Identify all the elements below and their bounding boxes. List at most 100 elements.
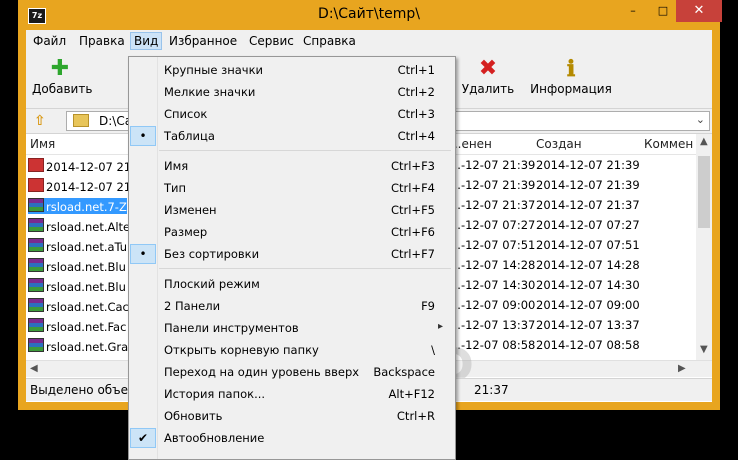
file-name-cell: rsload.net.Alte [28,218,130,234]
image-file-icon [28,178,44,192]
file-name: rsload.net.Blu [46,280,126,294]
archive-file-icon [28,218,44,232]
column-comment[interactable]: Коммен [644,137,693,151]
menu-file[interactable]: Файл [30,33,69,49]
created-cell: 2014-12-07 09:00 [536,298,640,312]
menu-item-label: Переход на один уровень вверх [164,365,360,379]
menu-item-shortcut: Ctrl+3 [397,107,435,121]
radio-bullet-icon: • [130,126,156,146]
menu-item-label: Список [164,107,208,121]
archive-file-icon [28,198,44,212]
menu-item[interactable]: Размер Ctrl+F6 [129,221,455,243]
delete-x-icon: ✖ [478,56,498,81]
menu-tools[interactable]: Сервис [246,33,297,49]
menu-item[interactable]: Имя Ctrl+F3 [129,155,455,177]
file-name-cell: 2014-12-07 21 [28,158,131,174]
file-name-cell: rsload.net.Blu [28,258,126,274]
chevron-down-icon[interactable]: ⌄ [696,113,705,126]
menu-item[interactable]: Переход на один уровень вверх Backspace [129,361,455,383]
menu-item[interactable]: 2 Панели F9 [129,295,455,317]
menu-item[interactable]: Открыть корневую папку \ [129,339,455,361]
info-button[interactable]: ℹ Информация [526,56,616,96]
file-name: rsload.net.Fac [46,320,127,334]
checkmark-icon: ✔ [130,428,156,448]
scroll-down-icon[interactable]: ▼ [700,344,708,355]
view-menu-dropdown: Крупные значки Ctrl+1 Мелкие значки Ctrl+2 С… [128,56,456,460]
file-name: rsload.net.7-Z [46,200,127,214]
modified-cell: ...-12-07 21:39 [450,158,536,172]
menu-view[interactable]: Вид [130,32,163,50]
file-name-cell: rsload.net.Gra [28,338,128,354]
menu-item-shortcut: Ctrl+F4 [390,181,435,195]
menu-item-shortcut: Ctrl+1 [397,63,435,77]
maximize-button[interactable]: □ [648,0,678,22]
menu-item[interactable]: Список Ctrl+3 [129,103,455,125]
menu-item-label: 2 Панели [164,299,221,313]
menu-item-label: Таблица [164,129,215,143]
status-selected: Выделено объект [30,383,143,397]
modified-cell: ...-12-07 21:37 [450,198,536,212]
delete-label: Удалить [461,82,515,96]
menu-item-label: Крупные значки [164,63,264,77]
file-name: rsload.net.aTu [46,240,128,254]
menu-edit[interactable]: Правка [76,33,128,49]
archive-file-icon [28,238,44,252]
scroll-up-icon[interactable]: ▲ [700,136,708,147]
menu-help[interactable]: Справка [300,33,359,49]
created-cell: 2014-12-07 14:28 [536,258,640,272]
plus-icon: ✚ [50,56,70,81]
menu-item-label: Панели инструментов [164,321,299,335]
scroll-right-icon[interactable]: ▶ [678,363,686,374]
folder-up-icon[interactable]: ⇧ [34,113,46,129]
menu-item[interactable]: Панели инструментов ▸ [129,317,455,339]
archive-file-icon [28,278,44,292]
modified-cell: ...-12-07 09:00 [450,298,536,312]
scroll-left-icon[interactable]: ◀ [30,363,38,374]
column-name[interactable]: Имя [30,137,55,151]
column-created[interactable]: Создан [536,137,582,151]
menu-item-shortcut: Backspace [373,365,435,379]
created-cell: 2014-12-07 13:37 [536,318,640,332]
menu-item[interactable]: Плоский режим [129,273,455,295]
menu-item-shortcut: Ctrl+F3 [390,159,435,173]
menu-item[interactable]: Мелкие значки Ctrl+2 [129,81,455,103]
menu-item[interactable]: • Таблица Ctrl+4 [129,125,455,147]
status-time: 21:37 [474,383,509,397]
menu-item[interactable]: ✔ Автообновление [129,427,455,449]
menu-item[interactable]: Обновить Ctrl+R [129,405,455,427]
modified-cell: ...-12-07 14:30 [450,278,536,292]
archive-file-icon [28,298,44,312]
menu-separator [159,268,451,269]
title-bar[interactable]: 7z D:\Сайт\temp\ – □ ✕ [18,0,722,30]
menu-item-shortcut: F9 [421,299,435,313]
vertical-scrollbar[interactable]: ▲ ▼ [696,134,712,360]
file-name-cell: rsload.net.aTu [28,238,127,254]
close-button[interactable]: ✕ [676,0,722,22]
file-name: rsload.net.Gra [46,340,129,354]
modified-cell: ...-12-07 08:58 [450,338,536,352]
menu-item-shortcut: Alt+F12 [388,387,435,401]
menu-item-label: Плоский режим [164,277,260,291]
menu-item[interactable]: Изменен Ctrl+F5 [129,199,455,221]
radio-bullet-icon: • [130,244,156,264]
delete-button[interactable]: ✖ Удалить [458,56,518,96]
add-label: Добавить [32,82,93,96]
minimize-button[interactable]: – [618,0,648,22]
created-cell: 2014-12-07 21:37 [536,198,640,212]
menu-item[interactable]: История папок... Alt+F12 [129,383,455,405]
add-button[interactable]: ✚ Добавить [32,56,92,96]
scroll-thumb[interactable] [698,156,710,228]
menu-bar: Файл Правка Вид Избранное Сервис Справка [26,30,712,52]
menu-separator [159,150,451,151]
submenu-arrow-icon: ▸ [437,321,443,332]
menu-item-label: Мелкие значки [164,85,256,99]
column-modified[interactable]: ...енен [450,137,492,151]
menu-item[interactable]: Тип Ctrl+F4 [129,177,455,199]
menu-item[interactable]: • Без сортировки Ctrl+F7 [129,243,455,265]
created-cell: 2014-12-07 07:27 [536,218,640,232]
menu-item-label: Тип [164,181,187,195]
file-name: rsload.net.Blu [46,260,126,274]
menu-favorites[interactable]: Избранное [166,33,240,49]
menu-item[interactable]: Крупные значки Ctrl+1 [129,59,455,81]
menu-item-label: Имя [164,159,189,173]
